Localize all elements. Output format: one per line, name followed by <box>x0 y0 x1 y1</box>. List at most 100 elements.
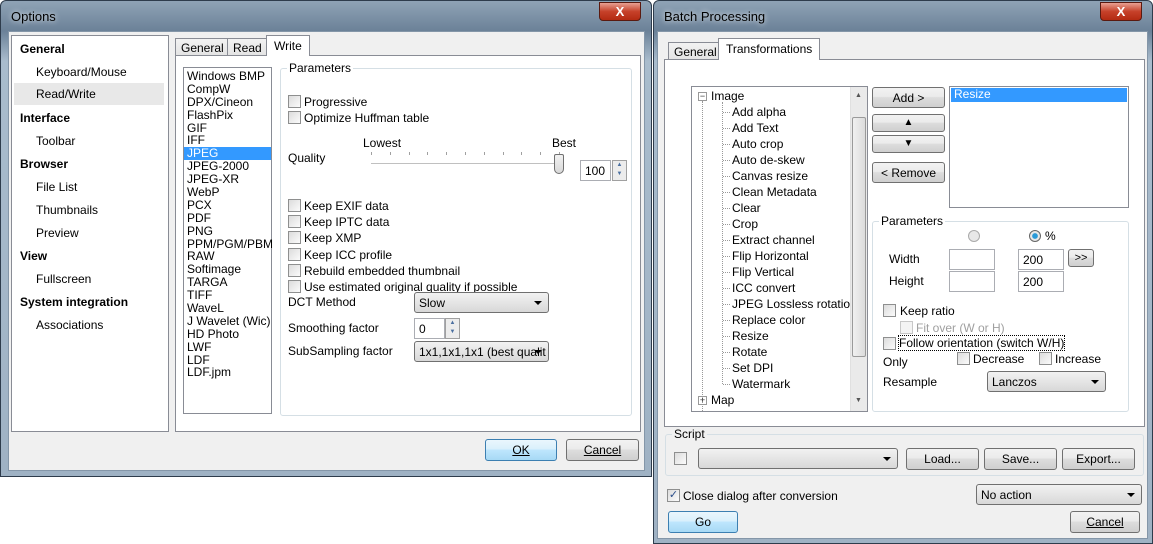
tree-item[interactable]: Clear <box>732 201 761 215</box>
go-button[interactable]: Go <box>668 511 738 533</box>
tree-item[interactable]: Extract channel <box>732 233 815 247</box>
expand-icon[interactable]: + <box>698 396 707 405</box>
fit-over-checkbox[interactable] <box>900 321 913 334</box>
height-percent-input[interactable]: 200 <box>1018 271 1064 292</box>
tree-item[interactable]: Replace color <box>732 313 805 327</box>
tree-item[interactable]: Add Text <box>732 121 778 135</box>
sidebar-section-browser[interactable]: Browser <box>20 157 68 171</box>
sidebar-section-general[interactable]: General <box>20 42 65 56</box>
smoothing-spinner[interactable]: ▲ ▼ <box>445 318 460 339</box>
load-button[interactable]: Load... <box>906 448 979 470</box>
tree-item[interactable]: Set DPI <box>732 361 773 375</box>
sidebar-item-preview[interactable]: Preview <box>36 226 79 240</box>
tree-item[interactable]: Crop <box>732 217 758 231</box>
export-button[interactable]: Export... <box>1062 448 1135 470</box>
format-list[interactable]: Windows BMP CompW DPX/Cineon FlashPix GIF IFF… <box>183 67 273 414</box>
script-select[interactable] <box>698 448 898 469</box>
smoothing-input[interactable]: 0 <box>414 318 445 339</box>
tree-item[interactable]: ICC convert <box>732 281 795 295</box>
sidebar-item-toolbar[interactable]: Toolbar <box>36 134 75 148</box>
format-item[interactable]: LWF <box>184 340 271 354</box>
format-item[interactable]: LDF.jpm <box>184 366 271 379</box>
tree-item[interactable]: Resize <box>732 329 769 343</box>
tree-item[interactable]: Flip Vertical <box>732 265 794 279</box>
collapse-icon[interactable]: − <box>698 92 707 101</box>
after-action-select[interactable]: No action <box>976 484 1142 505</box>
tree-item-map[interactable]: Map <box>711 393 734 407</box>
keep-checkbox[interactable] <box>288 263 301 277</box>
tab-read[interactable]: Read <box>227 38 268 56</box>
format-item[interactable]: PDF <box>184 211 271 225</box>
quality-spinner[interactable]: ▲ ▼ <box>612 160 627 181</box>
add-button[interactable]: Add > <box>872 87 945 108</box>
height-pixels-input[interactable] <box>949 271 995 292</box>
sidebar-item-read-write[interactable]: Read/Write <box>14 83 164 105</box>
quality-slider[interactable] <box>371 149 567 174</box>
tree-item[interactable]: Canvas resize <box>732 169 808 183</box>
sidebar-item-file-list[interactable]: File List <box>36 180 77 194</box>
dct-method-select[interactable]: Slow <box>414 292 549 313</box>
subsampling-select[interactable]: 1x1,1x1,1x1 (best qualit <box>414 341 549 362</box>
tree-item[interactable]: Clean Metadata <box>732 185 817 199</box>
tab-transformations[interactable]: Transformations <box>718 38 821 60</box>
format-item[interactable]: WaveL <box>184 302 271 315</box>
tree-item[interactable]: Watermark <box>732 377 790 391</box>
copy-button[interactable]: >> <box>1068 249 1094 267</box>
format-item[interactable]: FlashPix <box>184 108 271 122</box>
format-item[interactable]: WebP <box>184 186 271 199</box>
tab-general[interactable]: General <box>175 38 230 56</box>
sidebar-item-associations[interactable]: Associations <box>36 318 103 332</box>
tree-item[interactable]: Auto crop <box>732 137 783 151</box>
transformation-list[interactable]: Resize <box>949 86 1129 208</box>
huffman-checkbox[interactable] <box>288 111 301 124</box>
cancel-button[interactable]: Cancel <box>1070 511 1140 533</box>
keep-ratio-checkbox[interactable] <box>883 304 896 317</box>
progressive-checkbox[interactable] <box>288 95 301 108</box>
format-item[interactable]: Windows BMP <box>184 70 271 83</box>
resample-select[interactable]: Lanczos <box>987 371 1106 392</box>
tab-general[interactable]: General <box>668 42 723 60</box>
format-item[interactable]: DPX/Cineon <box>184 95 271 109</box>
tree-scrollbar[interactable]: ▲ ▼ <box>850 87 867 411</box>
move-up-button[interactable]: ▲ <box>872 114 945 132</box>
format-item[interactable]: J Wavelet (Wic) <box>184 314 271 328</box>
ok-button[interactable]: OK <box>485 439 557 461</box>
tree-item[interactable]: JPEG Lossless rotation <box>732 297 857 311</box>
pixels-radio[interactable] <box>968 230 980 242</box>
script-checkbox[interactable] <box>674 452 687 465</box>
tree-item[interactable]: Flip Horizontal <box>732 249 809 263</box>
follow-orientation-checkbox[interactable] <box>883 337 896 350</box>
sidebar-item-keyboard-mouse[interactable]: Keyboard/Mouse <box>36 65 127 79</box>
keep-checkbox[interactable] <box>288 215 301 229</box>
cancel-button[interactable]: Cancel <box>566 439 639 461</box>
format-item[interactable]: CompW <box>184 82 271 96</box>
tree-root-image[interactable]: Image <box>711 89 744 103</box>
decrease-checkbox[interactable] <box>957 352 970 365</box>
save-button[interactable]: Save... <box>984 448 1057 470</box>
keep-checkbox[interactable] <box>288 199 301 212</box>
format-item[interactable]: PCX <box>184 198 271 212</box>
tree-item[interactable]: Rotate <box>732 345 767 359</box>
sidebar-item-thumbnails[interactable]: Thumbnails <box>36 203 98 217</box>
sidebar-item-fullscreen[interactable]: Fullscreen <box>36 272 91 286</box>
slider-thumb[interactable] <box>554 154 564 174</box>
keep-checkbox[interactable] <box>288 231 301 245</box>
format-item[interactable]: PNG <box>184 224 271 238</box>
sidebar-section-system-integration[interactable]: System integration <box>20 295 128 309</box>
close-button[interactable]: X <box>1100 2 1142 21</box>
tree-item[interactable]: Add alpha <box>732 105 786 119</box>
keep-checkbox[interactable] <box>288 247 301 261</box>
tab-write[interactable]: Write <box>266 35 310 56</box>
close-button[interactable]: X <box>599 2 641 21</box>
move-down-button[interactable]: ▼ <box>872 135 945 153</box>
remove-button[interactable]: < Remove <box>872 162 945 183</box>
close-after-checkbox[interactable]: ✓ <box>667 489 680 502</box>
percent-radio[interactable] <box>1029 230 1041 242</box>
increase-checkbox[interactable] <box>1039 352 1052 365</box>
format-item[interactable]: HD Photo <box>184 327 271 341</box>
scrollbar-thumb[interactable] <box>852 117 866 357</box>
width-percent-input[interactable]: 200 <box>1018 249 1064 270</box>
transformation-item[interactable]: Resize <box>951 88 1127 102</box>
quality-input[interactable]: 100 <box>580 160 611 181</box>
tree-item-cut[interactable]: Fil <box>711 409 724 411</box>
